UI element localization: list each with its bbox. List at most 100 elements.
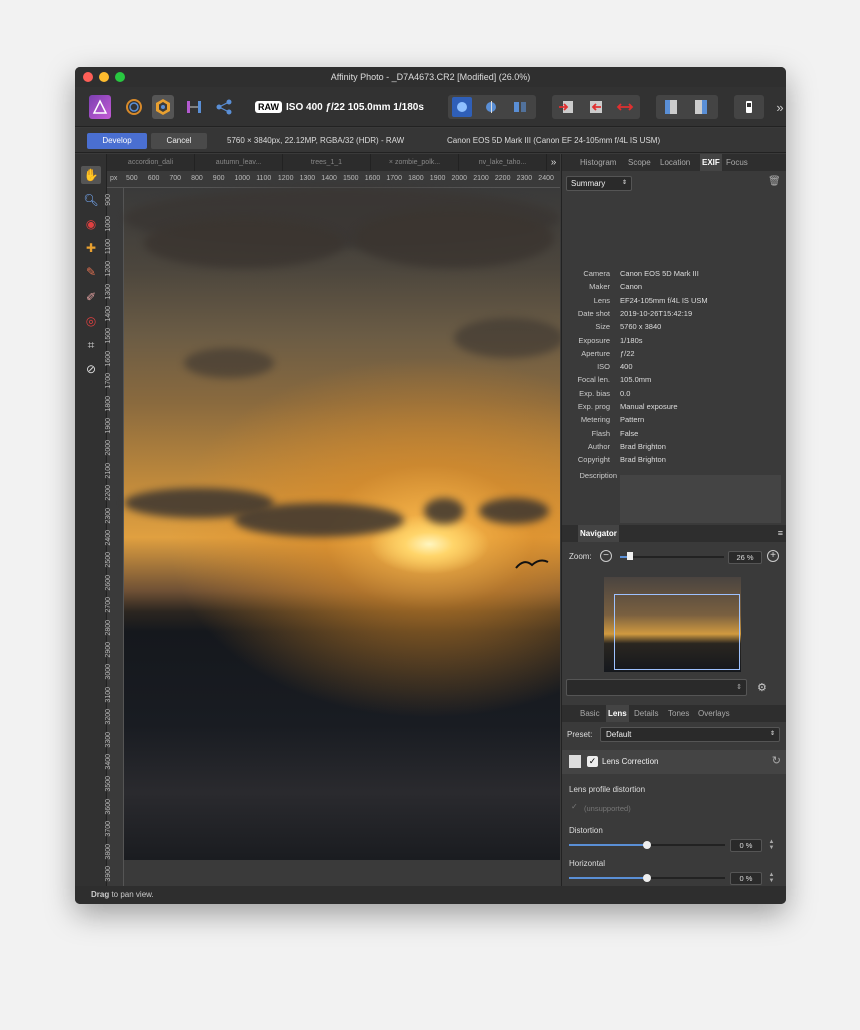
canvas-background (124, 860, 560, 886)
exif-value: 1/180s (620, 335, 643, 345)
ruler-tick-label: 3500 (105, 776, 112, 792)
seagull-icon (515, 559, 549, 569)
vertical-ruler: 900 1000 1100 1200 1300 1400 1500 1600 1700 1800 1… (105, 188, 124, 886)
trash-icon[interactable]: 🗑︎ (768, 176, 781, 191)
ruler-tick-label: 900 (105, 194, 112, 206)
navigator-menu-icon[interactable]: ≡ (778, 525, 783, 542)
doc-tab[interactable]: autumn_leav... (195, 154, 283, 171)
doc-tab[interactable]: nv_lake_taho... (459, 154, 547, 171)
assistant-button[interactable] (734, 95, 764, 119)
zoom-out-icon[interactable]: − (600, 550, 612, 562)
zoom-in-icon[interactable]: + (767, 550, 779, 562)
overlay-erase-tool-icon[interactable]: ✐ (81, 288, 101, 306)
tab-lens[interactable]: Lens (606, 705, 629, 722)
red-eye-tool-icon[interactable]: ◉ (81, 215, 101, 233)
view-tool-hand-icon[interactable]: ✋ (81, 166, 101, 184)
toggle-right-panel-button[interactable] (692, 98, 710, 116)
doc-tab[interactable]: × zombie_polk... (371, 154, 459, 171)
navigator-viewport[interactable] (614, 594, 740, 670)
slider-knob[interactable] (643, 873, 651, 882)
lens-correction-checkbox[interactable]: ✓ (587, 756, 598, 767)
ruler-tick-label: 600 (147, 175, 160, 182)
zoom-slider[interactable] (620, 552, 724, 560)
raw-exposure-info: ISO 400 ƒ/22 105.0mm 1/180s (286, 101, 424, 113)
overlay-gradient-tool-icon[interactable]: ◎ (81, 312, 101, 330)
exif-key: Size (595, 322, 610, 332)
ruler-tick-label: 1600 (105, 350, 112, 367)
status-bar: Drag to pan view. (75, 886, 786, 904)
photo-canvas[interactable] (124, 188, 564, 860)
stepper-arrows-icon[interactable]: ▲ ▼ (767, 839, 776, 852)
develop-button[interactable]: Develop (87, 133, 147, 149)
affinity-photo-persona-icon[interactable] (89, 95, 111, 119)
split-view-button[interactable] (481, 97, 501, 117)
stepper-arrows-icon[interactable]: ▲ ▼ (767, 872, 776, 885)
exif-summary-select[interactable]: Summary ⇕ (566, 176, 632, 191)
slider-value-field[interactable]: 0 % (730, 839, 762, 852)
export-persona-icon[interactable] (213, 95, 235, 119)
cancel-button[interactable]: Cancel (151, 133, 207, 149)
lens-profile-checkbox[interactable]: ✓ (571, 802, 578, 811)
ruler-tick-label: 1400 (105, 306, 112, 322)
gear-icon[interactable]: ⚙ (757, 681, 767, 694)
develop-persona-icon[interactable] (152, 95, 174, 119)
tab-exif[interactable]: EXIF (700, 154, 722, 171)
toolbar-overflow-button[interactable]: » (775, 95, 785, 119)
blemish-removal-tool-icon[interactable]: ✚ (81, 239, 101, 257)
overlay-paint-tool-icon[interactable]: ✎ (81, 263, 101, 281)
develop-tabs: Basic Lens Details Tones Overlays (562, 705, 786, 722)
tab-close-icon[interactable]: × (389, 159, 393, 166)
description-field[interactable] (620, 475, 781, 523)
slider-value-field[interactable]: 0 % (730, 871, 762, 885)
ruler-tick-label: 2300 (105, 507, 112, 524)
preset-select[interactable]: Default ⇕ (600, 727, 780, 742)
exif-value: Canon (620, 282, 643, 292)
tone-mapping-persona-icon[interactable] (183, 95, 205, 119)
snapshot-select[interactable]: ⇕ (566, 679, 747, 696)
zoom-value-field[interactable]: 26 % (728, 551, 762, 564)
close-window-button[interactable] (83, 72, 93, 82)
slider-knob[interactable] (643, 841, 651, 849)
doc-tab[interactable]: accordion_dali (107, 154, 195, 171)
tab-scope[interactable]: Scope (626, 154, 653, 171)
ruler-tick-label: 3800 (105, 843, 112, 860)
ruler-tick-label: 2200 (105, 485, 112, 501)
liquify-persona-icon[interactable] (123, 95, 145, 119)
zoom-window-button[interactable] (115, 72, 125, 82)
reset-icon[interactable]: ↻ (772, 754, 781, 767)
navigator-preview[interactable] (604, 577, 741, 672)
exif-value: EF24-105mm f/4L IS USM (620, 295, 708, 305)
tab-location[interactable]: Location (658, 154, 692, 171)
exif-row: Flash False (562, 427, 786, 440)
exif-key: Flash (591, 428, 610, 438)
highlight-clipping-button[interactable] (587, 98, 605, 116)
tab-navigator[interactable]: Navigator (578, 525, 619, 542)
tab-details[interactable]: Details (632, 705, 660, 722)
tone-clipping-button[interactable] (616, 98, 634, 116)
ruler-tick-label: 2100 (473, 175, 489, 182)
ruler-tick-label: 2000 (451, 175, 468, 182)
tab-basic[interactable]: Basic (578, 705, 602, 722)
zoom-tool-icon[interactable]: 🔍︎ (81, 191, 101, 209)
ruler-tick-label: 2700 (105, 597, 112, 613)
ruler-tick-label: 3100 (105, 686, 112, 703)
camera-info: Canon EOS 5D Mark III (Canon EF 24-105mm… (447, 136, 661, 145)
crop-tool-icon[interactable]: ⌗ (81, 336, 101, 354)
tab-focus[interactable]: Focus (724, 154, 750, 171)
zoom-slider-knob[interactable] (627, 552, 634, 560)
tab-histogram[interactable]: Histogram (578, 154, 618, 171)
tabs-overflow-button[interactable]: » (547, 154, 560, 171)
tab-tones[interactable]: Tones (666, 705, 691, 722)
tab-overlays[interactable]: Overlays (696, 705, 732, 722)
doc-tab[interactable]: trees_1_1 (283, 154, 371, 171)
white-balance-picker-icon[interactable]: ⊘ (81, 360, 101, 378)
slider-track[interactable] (569, 841, 725, 849)
minimize-window-button[interactable] (99, 72, 109, 82)
shadow-clipping-button[interactable] (558, 98, 576, 116)
single-view-button[interactable] (452, 97, 472, 117)
exif-key: Metering (580, 415, 610, 425)
mirror-view-button[interactable] (510, 97, 530, 117)
exif-key: Date shot (577, 308, 610, 318)
toggle-left-panel-button[interactable] (662, 98, 680, 116)
slider-track[interactable] (569, 873, 725, 882)
